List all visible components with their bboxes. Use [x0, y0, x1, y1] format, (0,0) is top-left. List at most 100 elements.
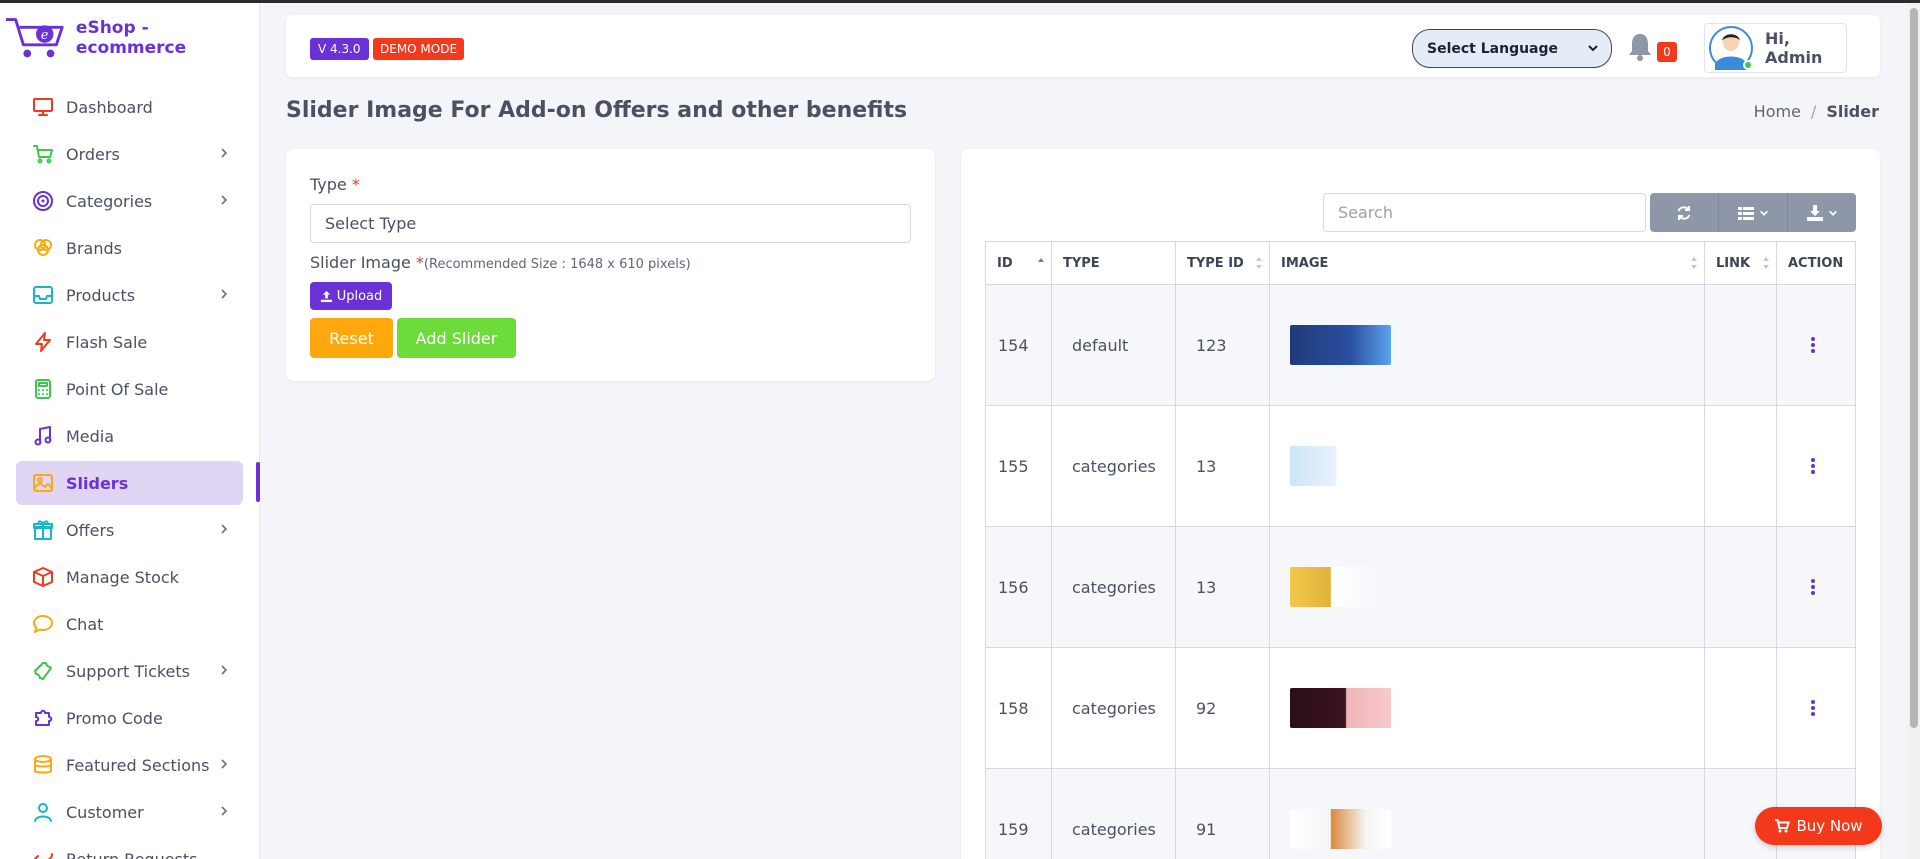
cell-type: categories [1051, 405, 1176, 527]
more-actions-icon[interactable] [1811, 700, 1815, 716]
sidebar-item-label: Dashboard [66, 97, 153, 117]
sidebar-item-offers[interactable]: Offers [16, 508, 243, 552]
table-row[interactable]: 156 categories 13 [985, 526, 1856, 648]
sidebar-item-label: Brands [66, 238, 122, 258]
online-status-dot [1743, 60, 1753, 70]
cell-type-id: 91 [1175, 768, 1270, 859]
bell-icon[interactable] [1626, 31, 1654, 61]
table-row[interactable]: 155 categories 13 [985, 405, 1856, 527]
sidebar-item-manage-stock[interactable]: Manage Stock [16, 555, 243, 599]
sidebar-item-label: Sliders [66, 473, 129, 493]
sidebar-item-orders[interactable]: Orders [16, 132, 243, 176]
slider-thumbnail[interactable] [1290, 567, 1391, 607]
page-scrollbar[interactable] [1908, 3, 1920, 859]
chevron-right-icon [221, 665, 228, 675]
sidebar-item-chat[interactable]: Chat [16, 602, 243, 646]
table-row[interactable]: 158 categories 92 [985, 647, 1856, 769]
required-mark: * [351, 175, 360, 194]
brand[interactable]: e eShop - ecommerce [0, 3, 259, 73]
return-icon [30, 846, 56, 859]
sidebar-item-promo-code[interactable]: Promo Code [16, 696, 243, 740]
slider-image-label: Slider Image *(Recommended Size : 1648 x… [310, 253, 691, 272]
column-header-link[interactable]: LINK [1704, 241, 1777, 285]
user-icon [30, 799, 56, 825]
column-header-type-id[interactable]: TYPE ID [1175, 241, 1270, 285]
cell-link [1704, 405, 1777, 527]
sort-icon [1256, 257, 1262, 269]
sidebar-item-point-of-sale[interactable]: Point Of Sale [16, 367, 243, 411]
type-select-placeholder: Select Type [325, 214, 417, 233]
sidebar-item-brands[interactable]: Brands [16, 226, 243, 270]
breadcrumb: Home / Slider [1754, 102, 1879, 121]
chevron-right-icon [221, 806, 228, 816]
sidebar-item-label: Customer [66, 802, 144, 822]
table-row[interactable]: 159 categories 91 [985, 768, 1856, 859]
scrollbar-thumb[interactable] [1910, 8, 1918, 728]
more-actions-icon[interactable] [1811, 337, 1815, 353]
sidebar-item-return-requests[interactable]: Return Requests [16, 837, 243, 859]
slider-thumbnail[interactable] [1290, 325, 1391, 365]
upload-button[interactable]: Upload [310, 282, 392, 310]
type-select[interactable]: Select Type [310, 204, 911, 243]
sidebar-item-label: Return Requests [66, 849, 198, 859]
buy-now-button[interactable]: Buy Now [1755, 807, 1882, 845]
user-menu[interactable]: Hi, Admin [1704, 23, 1847, 73]
sidebar-item-categories[interactable]: Categories [16, 179, 243, 223]
sidebar-item-label: Support Tickets [66, 661, 191, 681]
reset-button[interactable]: Reset [310, 318, 393, 358]
cell-link [1704, 284, 1777, 406]
breadcrumb-home[interactable]: Home [1754, 102, 1801, 121]
chevron-down-icon [1829, 210, 1837, 216]
slider-thumbnail[interactable] [1290, 809, 1391, 849]
chevron-right-icon [221, 148, 228, 158]
language-select[interactable]: Select Language [1412, 29, 1612, 68]
more-actions-icon[interactable] [1811, 579, 1815, 595]
column-header-label: TYPE ID [1187, 255, 1244, 271]
sidebar-item-flash-sale[interactable]: Flash Sale [16, 320, 243, 364]
cell-type: default [1051, 284, 1176, 406]
add-slider-button[interactable]: Add Slider [397, 318, 516, 358]
chevron-right-icon [221, 289, 228, 299]
column-header-id[interactable]: ID [985, 241, 1052, 285]
search-input[interactable]: Search [1323, 193, 1646, 232]
upload-icon [320, 290, 332, 302]
sidebar-item-sliders[interactable]: Sliders [16, 461, 243, 505]
sidebar-item-media[interactable]: Media [16, 414, 243, 458]
sort-icon [1691, 257, 1697, 269]
column-header-action: ACTION [1776, 241, 1856, 285]
slider-thumbnail[interactable] [1290, 688, 1391, 728]
table-toolbar [1650, 193, 1856, 232]
sidebar-item-label: Point Of Sale [66, 379, 169, 399]
refresh-button[interactable] [1650, 193, 1719, 232]
chevron-down-icon [1588, 45, 1598, 52]
cell-link [1704, 647, 1777, 769]
cell-type: categories [1051, 647, 1176, 769]
columns-toggle-button[interactable] [1719, 193, 1788, 232]
chevron-right-icon [221, 195, 228, 205]
user-greeting: Hi, Admin [1765, 29, 1823, 67]
puzzle-icon [30, 705, 56, 731]
image-size-hint: (Recommended Size : 1648 x 610 pixels) [423, 257, 691, 272]
table-row[interactable]: 154 default 123 [985, 284, 1856, 406]
upload-button-label: Upload [336, 288, 383, 304]
cell-action [1776, 647, 1856, 769]
sidebar-item-support-tickets[interactable]: Support Tickets [16, 649, 243, 693]
sidebar-item-dashboard[interactable]: Dashboard [16, 85, 243, 129]
more-actions-icon[interactable] [1811, 458, 1815, 474]
calculator-icon [30, 376, 56, 402]
cell-id: 159 [985, 768, 1052, 859]
column-header-label: TYPE [1063, 255, 1100, 271]
sidebar-item-label: Orders [66, 144, 120, 164]
slider-thumbnail[interactable] [1290, 446, 1391, 486]
sidebar-item-products[interactable]: Products [16, 273, 243, 317]
search-placeholder: Search [1338, 203, 1393, 222]
export-button[interactable] [1788, 193, 1856, 232]
cell-type: categories [1051, 526, 1176, 648]
column-header-image[interactable]: IMAGE [1269, 241, 1705, 285]
sidebar-item-customer[interactable]: Customer [16, 790, 243, 834]
cell-action [1776, 284, 1856, 406]
list-icon [1738, 206, 1754, 220]
sort-asc-icon [1038, 258, 1044, 262]
chevron-right-icon [221, 524, 228, 534]
sidebar-item-featured-sections[interactable]: Featured Sections [16, 743, 243, 787]
